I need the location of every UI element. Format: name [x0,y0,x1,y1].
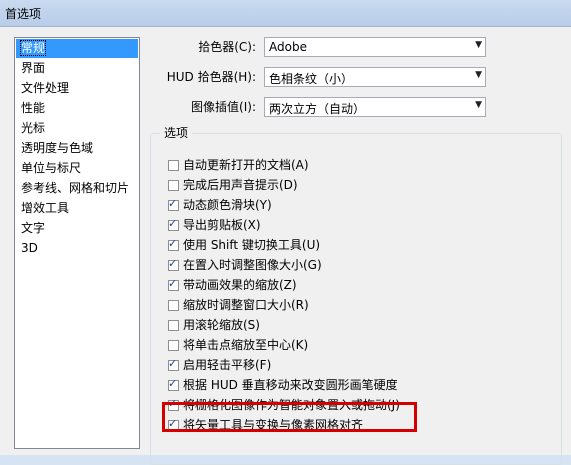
checkbox[interactable]: ✓ [168,236,179,251]
interpolation-value: 两次立方（自动） [269,102,366,116]
checkmark-icon: ✓ [168,216,178,230]
option-label: 完成后用声音提示(D) [183,178,298,192]
checkbox[interactable]: ✓ [168,216,179,231]
sidebar-item-interface[interactable]: 界面 [16,59,138,78]
checkbox[interactable] [168,159,179,171]
checkbox[interactable]: ✓ [168,196,179,211]
option-checkbox-row[interactable]: 将单击点缩放至中心(K) [168,337,308,353]
option-checkbox-row[interactable]: 用滚轮缩放(S) [168,317,260,333]
option-checkbox-row[interactable]: ✓ 启用轻击平移(F) [168,357,271,373]
checkmark-icon: ✓ [168,356,178,370]
option-label: 带动画效果的缩放(Z) [183,278,297,292]
option-checkbox-row[interactable]: ✓ 导出剪贴板(X) [168,217,261,233]
checkmark-icon: ✓ [168,376,178,390]
option-checkbox-row[interactable]: ✓ 动态颜色滑块(Y) [168,197,272,213]
sidebar-item-type[interactable]: 文字 [16,219,138,238]
checkbox[interactable]: ✓ [168,256,179,271]
chevron-down-icon: ▼ [475,70,482,80]
sidebar-item-transparency[interactable]: 透明度与色域 [16,139,138,158]
interpolation-label: 图像插值(I): [191,100,256,114]
checkmark-icon: ✓ [168,196,178,210]
option-label: 将单击点缩放至中心(K) [183,338,309,352]
highlight-box [162,402,417,432]
window-title: 首选项 [5,7,42,21]
chevron-down-icon: ▼ [475,40,482,50]
option-checkbox-row[interactable]: 完成后用声音提示(D) [168,177,298,193]
option-label: 动态颜色滑块(Y) [183,198,272,212]
option-label: 使用 Shift 键切换工具(U) [183,238,321,252]
checkmark-icon: ✓ [168,256,178,270]
option-checkbox-row[interactable]: ✓ 使用 Shift 键切换工具(U) [168,237,320,253]
hud-color-picker-value: 色相条纹（小） [269,72,354,86]
sidebar-item-units[interactable]: 单位与标尺 [16,159,138,178]
options-legend: 选项 [160,125,193,141]
checkbox[interactable] [168,179,179,191]
option-checkbox-row[interactable]: ✓ 根据 HUD 垂直移动来改变圆形画笔硬度 [168,377,398,393]
option-label: 导出剪贴板(X) [183,218,261,232]
dialog-body: 常规 界面 文件处理 性能 光标 透明度与色域 单位与标尺 参考线、网格和切片 … [0,27,571,465]
checkbox[interactable]: ✓ [168,376,179,391]
option-checkbox-row[interactable]: ✓ 在置入时调整图像大小(G) [168,257,322,273]
option-label: 缩放时调整窗口大小(R) [183,298,309,312]
color-picker-value: Adobe [269,40,307,54]
option-checkbox-row[interactable]: 缩放时调整窗口大小(R) [168,297,309,313]
hud-color-picker-label: HUD 拾色器(H): [166,70,256,84]
option-label: 用滚轮缩放(S) [183,318,260,332]
category-list[interactable]: 常规 界面 文件处理 性能 光标 透明度与色域 单位与标尺 参考线、网格和切片 … [14,37,140,449]
sidebar-item-general[interactable]: 常规 [16,39,138,58]
color-picker-label: 拾色器(C): [198,40,256,54]
checkbox[interactable] [168,319,179,331]
checkmark-icon: ✓ [168,276,178,290]
sidebar-item-file-handling[interactable]: 文件处理 [16,79,138,98]
option-label: 根据 HUD 垂直移动来改变圆形画笔硬度 [183,378,398,392]
sidebar-item-guides[interactable]: 参考线、网格和切片 [16,179,138,198]
color-picker-select[interactable]: Adobe ▼ [264,37,486,57]
option-checkbox-row[interactable]: ✓ 带动画效果的缩放(Z) [168,277,297,293]
checkbox[interactable]: ✓ [168,356,179,371]
sidebar-item-3d[interactable]: 3D [16,239,138,258]
checkmark-icon: ✓ [168,236,178,250]
checkbox[interactable] [168,299,179,311]
option-checkbox-row[interactable]: 自动更新打开的文档(A) [168,157,309,173]
option-label: 在置入时调整图像大小(G) [183,258,322,272]
title-bar: 首选项 [0,0,571,27]
sidebar-item-cursors[interactable]: 光标 [16,119,138,138]
sidebar-item-plugins[interactable]: 增效工具 [16,199,138,218]
chevron-down-icon: ▼ [475,100,482,110]
option-label: 自动更新打开的文档(A) [183,158,309,172]
sidebar-item-performance[interactable]: 性能 [16,99,138,118]
checkbox[interactable] [168,339,179,351]
checkbox[interactable]: ✓ [168,276,179,291]
interpolation-select[interactable]: 两次立方（自动） ▼ [264,97,486,117]
option-label: 启用轻击平移(F) [183,358,272,372]
hud-color-picker-select[interactable]: 色相条纹（小） ▼ [264,67,486,87]
